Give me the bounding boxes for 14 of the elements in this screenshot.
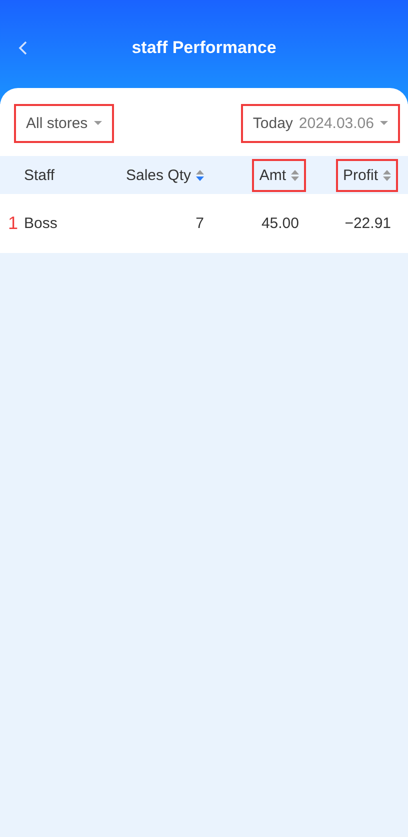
caret-icon [380, 120, 388, 126]
column-header[interactable]: Sales Qty [118, 158, 211, 192]
store-dropdown[interactable]: All stores [14, 104, 114, 142]
column-header: Staff [23, 166, 56, 186]
column-header[interactable]: Profit [336, 158, 398, 192]
table-cell-text: −22.91 [344, 215, 392, 232]
table-cell: Boss [24, 215, 58, 232]
table-cell-text: 7 [196, 215, 205, 232]
page-title: staff Performance [132, 38, 276, 57]
date-dropdown[interactable]: Today 2024.03.06 [240, 104, 400, 142]
rank-number: 1 [8, 213, 20, 234]
column-header[interactable]: Amt [252, 158, 306, 192]
table-cell-text: 45.00 [261, 215, 300, 232]
caret-icon [94, 120, 102, 126]
